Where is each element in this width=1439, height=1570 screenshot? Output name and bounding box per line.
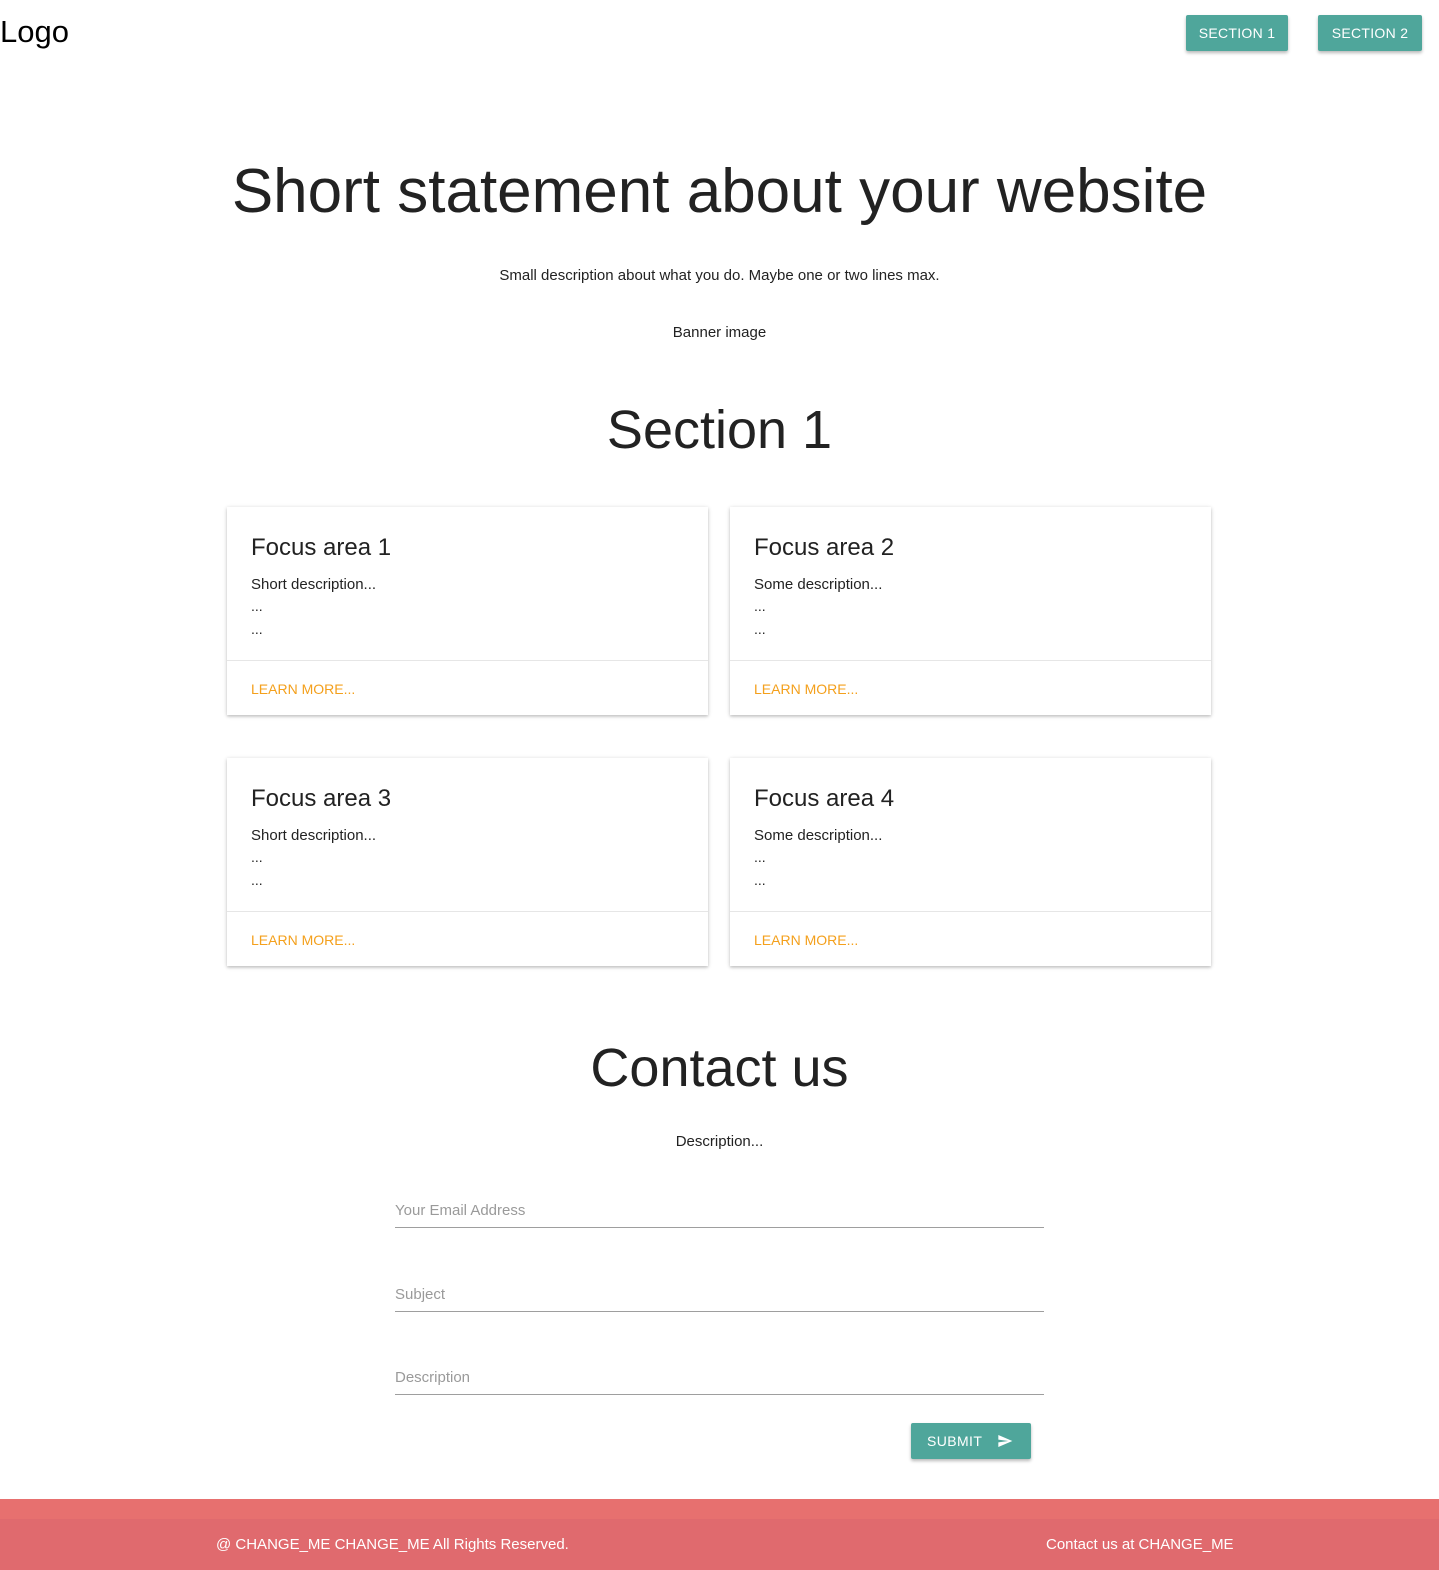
card-line: ... <box>754 849 766 865</box>
focus-card: Focus area 2 Some description... ... ...… <box>730 507 1211 715</box>
card-line: ... <box>754 598 766 614</box>
banner-image: Banner image <box>672 324 767 341</box>
card-line: ... <box>251 872 263 888</box>
nav-section-1-button[interactable]: SECTION 1 <box>1186 15 1288 51</box>
nav-section-2-button[interactable]: SECTION 2 <box>1318 15 1422 51</box>
card-title: Focus area 3 <box>251 785 392 812</box>
card-divider <box>730 911 1211 912</box>
learn-more-link[interactable]: LEARN MORE... <box>754 680 858 698</box>
card-line: ... <box>251 621 263 637</box>
card-description: Short description... <box>251 576 377 593</box>
card-description: Some description... <box>754 576 883 593</box>
submit-label: SUBMIT <box>927 1433 983 1449</box>
card-description: Some description... <box>754 827 883 844</box>
logo: Logo <box>0 14 69 49</box>
subject-field[interactable] <box>395 1277 1044 1312</box>
card-line: ... <box>251 598 263 614</box>
card-line: ... <box>251 849 263 865</box>
footer-contact: Contact us at CHANGE_ME <box>1046 1536 1234 1553</box>
email-field[interactable] <box>395 1193 1044 1228</box>
card-divider <box>730 660 1211 661</box>
card-line: ... <box>754 621 766 637</box>
focus-card: Focus area 1 Short description... ... ..… <box>227 507 708 715</box>
card-title: Focus area 4 <box>754 785 895 812</box>
learn-more-link[interactable]: LEARN MORE... <box>754 931 858 949</box>
footer: @ CHANGE_ME CHANGE_ME All Rights Reserve… <box>0 1499 1439 1570</box>
card-description: Short description... <box>251 827 377 844</box>
contact-title: Contact us <box>590 1038 849 1098</box>
learn-more-link[interactable]: LEARN MORE... <box>251 931 355 949</box>
card-divider <box>227 660 708 661</box>
contact-description: Description... <box>675 1133 764 1150</box>
section-1-title: Section 1 <box>606 400 833 460</box>
focus-card: Focus area 3 Short description... ... ..… <box>227 758 708 966</box>
footer-copyright: @ CHANGE_ME CHANGE_ME All Rights Reserve… <box>216 1536 569 1553</box>
hero-title: Short statement about your website <box>231 157 1208 226</box>
send-icon <box>998 1435 1013 1447</box>
submit-button[interactable]: SUBMIT <box>911 1423 1031 1459</box>
card-title: Focus area 2 <box>754 534 895 561</box>
card-divider <box>227 911 708 912</box>
footer-band <box>0 1499 1439 1519</box>
description-field[interactable] <box>395 1360 1044 1395</box>
card-title: Focus area 1 <box>251 534 392 561</box>
learn-more-link[interactable]: LEARN MORE... <box>251 680 355 698</box>
card-line: ... <box>754 872 766 888</box>
hero-description: Small description about what you do. May… <box>499 267 940 284</box>
focus-card: Focus area 4 Some description... ... ...… <box>730 758 1211 966</box>
